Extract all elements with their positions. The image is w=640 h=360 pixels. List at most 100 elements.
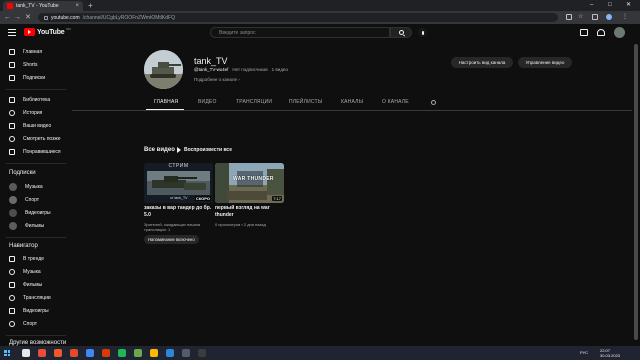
sidebar-item-label: Спорт xyxy=(25,197,40,203)
play-icon xyxy=(177,147,181,153)
sidebar-item-label: История xyxy=(23,110,43,116)
taskbar-app-icon[interactable] xyxy=(38,349,46,357)
clock-date[interactable]: 30.03.2023 xyxy=(600,353,620,358)
channel-avatar-icon xyxy=(9,222,17,230)
tab-videos[interactable]: ВИДЕО xyxy=(198,97,217,108)
maximize-button[interactable]: □ xyxy=(608,0,612,10)
tab-home[interactable]: ГЛАВНАЯ xyxy=(154,97,178,108)
url-path: /channel/UCgbLyROOFnZWmtOMtlKdFQ xyxy=(82,14,175,21)
taskbar-app-icon[interactable] xyxy=(150,349,158,357)
reminder-button[interactable]: Напоминание включено xyxy=(144,235,199,244)
taskbar-app-icon[interactable] xyxy=(166,349,174,357)
video-meta: 0 просмотров • 2 дня назад xyxy=(215,222,266,227)
video-meta: трансляции: 1 xyxy=(144,227,171,232)
logo-region: RU xyxy=(66,27,71,31)
video-thumbnail-upcoming[interactable]: СТРИМ от tank_TV СКОРО xyxy=(144,163,213,203)
search-input[interactable]: Введите запрос xyxy=(210,27,390,38)
youtube-logo[interactable]: YouTube RU xyxy=(24,27,71,36)
sidebar-item-home[interactable]: Главная xyxy=(0,46,72,58)
home-icon xyxy=(9,49,15,55)
taskbar-app-icon[interactable] xyxy=(102,349,110,357)
sidebar-item-label: Понравившиеся xyxy=(23,149,61,155)
forward-button[interactable]: → xyxy=(14,13,21,22)
video-title[interactable]: первый взгляд на war thunder xyxy=(215,205,287,219)
sidebar-item-sub-sport[interactable]: Спорт xyxy=(0,194,72,206)
sidebar-item-sub-gaming[interactable]: Видеоигры xyxy=(0,207,72,219)
share-icon[interactable] xyxy=(566,14,572,20)
channel-search-icon[interactable] xyxy=(431,100,436,105)
youtube-header: YouTube RU Введите запрос xyxy=(0,24,640,42)
page-scrollbar[interactable] xyxy=(632,42,640,346)
taskbar-app-icon[interactable] xyxy=(118,349,126,357)
sidebar-item-trending[interactable]: В тренде xyxy=(0,253,72,265)
tab-channels[interactable]: КАНАЛЫ xyxy=(341,97,363,108)
gaming-icon xyxy=(9,308,15,314)
sidebar-item-label: Главная xyxy=(23,49,43,55)
search-icon xyxy=(398,30,404,35)
tabs-divider xyxy=(72,110,640,111)
scrollbar-thumb[interactable] xyxy=(634,44,638,340)
star-icon[interactable]: ☆ xyxy=(578,14,584,20)
channel-avatar-icon xyxy=(9,209,17,217)
sidebar-item-sport[interactable]: Спорт xyxy=(0,318,72,330)
address-bar[interactable]: youtube.com/channel/UCgbLyROOFnZWmtOMtlK… xyxy=(38,13,558,22)
sidebar-item-shorts[interactable]: Shorts xyxy=(0,59,72,71)
channel-name: tank_TV xyxy=(194,56,228,66)
thumbnail-author-label: от tank_TV xyxy=(170,196,188,200)
sidebar-item-sub-movies[interactable]: Фильмы xyxy=(0,220,72,232)
play-all-button[interactable]: Воспроизвести все xyxy=(177,147,232,153)
stop-button[interactable]: ✕ xyxy=(25,13,31,22)
sidebar-item-history[interactable]: История xyxy=(0,107,72,119)
sidebar-item-movies[interactable]: Фильмы xyxy=(0,279,72,291)
tab-close-icon[interactable]: × xyxy=(75,3,79,9)
extensions-icon[interactable] xyxy=(592,14,598,20)
sidebar-item-watch-later[interactable]: Смотреть позже xyxy=(0,133,72,145)
taskbar-app-icon[interactable] xyxy=(70,349,78,357)
close-window-button[interactable]: ✕ xyxy=(626,0,631,10)
notifications-icon[interactable] xyxy=(597,29,605,36)
user-avatar[interactable] xyxy=(614,27,625,38)
sidebar-item-your-videos[interactable]: Ваши видео xyxy=(0,120,72,132)
manage-videos-button[interactable]: Управление видео xyxy=(518,57,572,68)
voice-search-icon[interactable] xyxy=(418,28,427,37)
tab-playlists[interactable]: ПЛЕЙЛИСТЫ xyxy=(289,97,322,108)
create-video-icon[interactable] xyxy=(580,29,588,36)
sidebar-item-sub-music[interactable]: Музыка xyxy=(0,181,72,193)
customize-channel-button[interactable]: Настроить вид канала xyxy=(451,57,513,68)
menu-icon[interactable] xyxy=(8,29,16,36)
profile-icon[interactable] xyxy=(606,14,612,20)
taskbar-app-icon[interactable] xyxy=(54,349,62,357)
browser-menu-icon[interactable]: ⋮ xyxy=(622,14,628,20)
tab-live[interactable]: ТРАНСЛЯЦИИ xyxy=(236,97,272,108)
input-language[interactable]: РУС xyxy=(580,350,588,355)
tab-about[interactable]: О КАНАЛЕ xyxy=(382,97,409,108)
taskbar-app-icon[interactable] xyxy=(182,349,190,357)
taskbar-app-icon[interactable] xyxy=(22,349,30,357)
taskbar-app-icon[interactable] xyxy=(198,349,206,357)
sidebar-item-liked[interactable]: Понравившиеся xyxy=(0,146,72,158)
sidebar-item-live[interactable]: Трансляции xyxy=(0,292,72,304)
taskbar-app-icon[interactable] xyxy=(86,349,94,357)
video-title[interactable]: заказы в вар тандер до бр. 5.0 xyxy=(144,205,216,219)
video-thumbnail[interactable]: WAR THUNDER 7:17 xyxy=(215,163,284,203)
sidebar-divider xyxy=(6,335,66,336)
subscriptions-icon xyxy=(9,75,15,81)
taskbar-app-icon[interactable] xyxy=(134,349,142,357)
new-tab-button[interactable]: + xyxy=(88,1,93,10)
search-button[interactable] xyxy=(390,27,412,38)
logo-text: YouTube xyxy=(37,28,65,36)
upcoming-badge: СКОРО xyxy=(194,196,211,201)
sidebar-item-subscriptions[interactable]: Подписки xyxy=(0,72,72,84)
channel-about-link[interactable]: Подробнее о канале › xyxy=(194,77,240,82)
sidebar-item-gaming[interactable]: Видеоигры xyxy=(0,305,72,317)
like-icon xyxy=(9,149,15,155)
sidebar-item-label: Трансляции xyxy=(23,295,51,301)
sidebar-item-library[interactable]: Библиотека xyxy=(0,94,72,106)
channel-avatar-icon xyxy=(9,196,17,204)
sidebar-item-music[interactable]: Музыка xyxy=(0,266,72,278)
start-button-icon[interactable] xyxy=(4,350,10,356)
browser-tab[interactable]: tank_TV - YouTube × xyxy=(3,1,83,11)
minimize-button[interactable]: – xyxy=(590,0,593,10)
channel-avatar[interactable] xyxy=(144,50,183,89)
back-button[interactable]: ← xyxy=(4,13,11,22)
